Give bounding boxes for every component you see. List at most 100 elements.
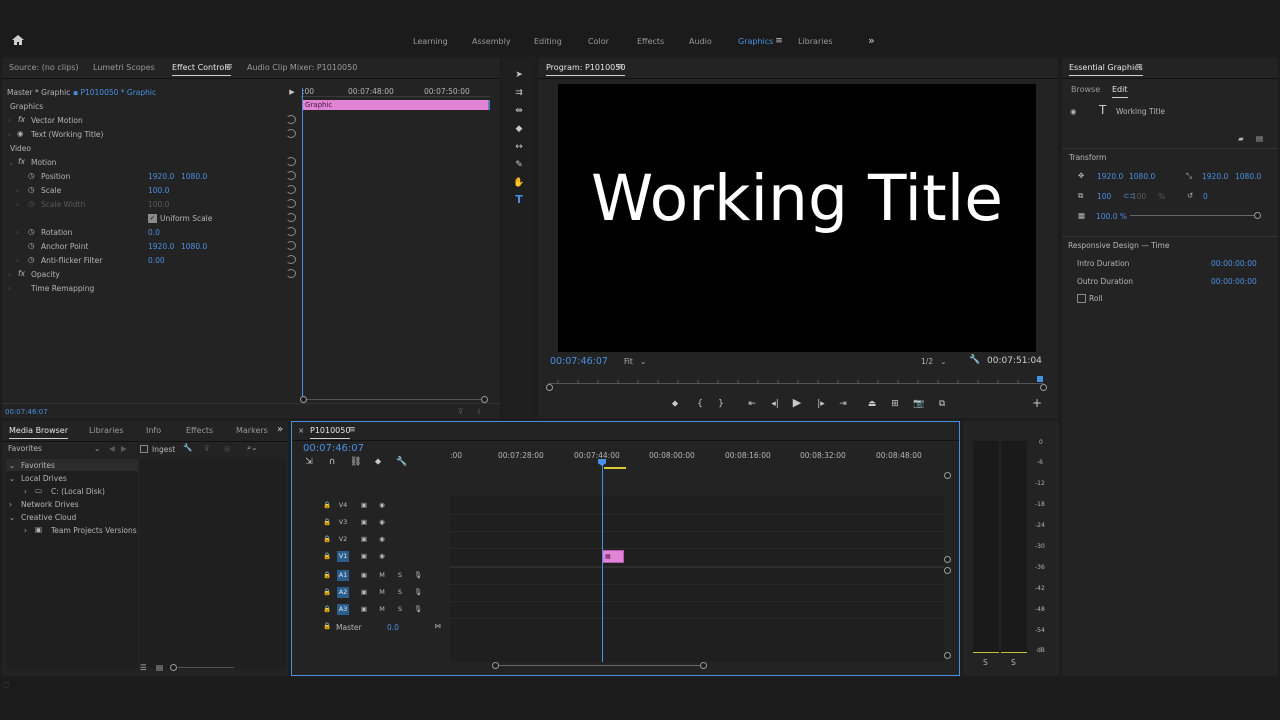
reset-icon[interactable] [286, 255, 296, 264]
roll-checkbox[interactable] [1077, 294, 1086, 303]
graphic-clip[interactable]: ▦ [602, 550, 624, 563]
sync-lock-icon[interactable]: ▣ [358, 534, 370, 545]
ingest-checkbox[interactable] [140, 445, 148, 453]
new-layer-folder-icon[interactable]: ▰ [1238, 134, 1244, 143]
workspace-editing[interactable]: Editing [534, 37, 562, 46]
workspace-effects[interactable]: Effects [637, 37, 664, 46]
comparison-view-icon[interactable]: ⧉ [935, 399, 949, 409]
outro-duration-value[interactable]: 00:00:00:00 [1211, 277, 1257, 286]
workspace-learning[interactable]: Learning [413, 37, 448, 46]
voiceover-mic-icon[interactable]: 🎙 [412, 570, 424, 581]
track-select-tool-icon[interactable]: ⇉ [513, 88, 525, 98]
view-icon[interactable]: ◎ [224, 444, 231, 453]
workspace-graphics[interactable]: Graphics [738, 37, 773, 46]
tab-audio-clip-mixer[interactable]: Audio Clip Mixer: P1010050 [247, 63, 357, 72]
stopwatch-icon[interactable]: ◷ [28, 185, 35, 194]
eg-anchor-x[interactable]: 1920.0 [1202, 172, 1228, 181]
tab-source[interactable]: Source: (no clips) [9, 63, 79, 72]
panel-menu-icon[interactable]: ≡ [615, 62, 625, 72]
ingest-settings-wrench-icon[interactable]: 🔧 [183, 443, 192, 452]
title-overlay-text[interactable]: Working Title [558, 164, 1036, 234]
tab-markers[interactable]: Markers [236, 426, 268, 435]
voiceover-mic-icon[interactable]: 🎙 [412, 587, 424, 598]
reset-icon[interactable] [286, 269, 296, 278]
stopwatch-icon[interactable]: ◷ [28, 241, 35, 250]
eye-icon[interactable]: ◉ [376, 517, 388, 528]
workspace-assembly[interactable]: Assembly [472, 37, 511, 46]
nest-icon[interactable]: ⇲ [304, 457, 314, 467]
program-video-frame[interactable]: Working Title [558, 84, 1036, 352]
linked-selection-icon[interactable]: ⛓ [350, 457, 361, 467]
forward-arrow-icon[interactable]: ▶ [121, 444, 127, 453]
tab-edit[interactable]: Edit [1112, 85, 1128, 98]
tree-item-team-projects[interactable]: › ▣ Team Projects Versions [6, 524, 138, 536]
v-scroll-handle-mid2[interactable] [944, 567, 951, 574]
tree-item-network-drives[interactable]: › Network Drives [6, 498, 138, 510]
lock-icon[interactable]: 🔒 [321, 500, 333, 511]
lock-icon[interactable]: 🔒 [321, 570, 333, 581]
expand-rotation-icon[interactable]: › [16, 228, 19, 237]
sync-lock-icon[interactable]: ▣ [358, 551, 370, 562]
solo-right-button[interactable]: S [1011, 658, 1016, 667]
expand-opacity-icon[interactable]: › [8, 270, 11, 279]
panel-overflow-button[interactable]: » [277, 424, 283, 435]
tab-browse[interactable]: Browse [1071, 85, 1100, 94]
eg-opacity[interactable]: 100.0 % [1096, 212, 1127, 221]
eg-rotation[interactable]: 0 [1203, 192, 1208, 201]
selection-tool-icon[interactable]: ➤ [513, 70, 525, 80]
zoom-slider[interactable] [178, 667, 234, 668]
workspace-audio[interactable]: Audio [689, 37, 712, 46]
workspace-libraries[interactable]: Libraries [798, 37, 833, 46]
add-marker-icon[interactable]: ⬥ [670, 399, 680, 409]
tab-effect-controls[interactable]: Effect Controls [172, 63, 231, 76]
track-area[interactable]: ▦ [450, 496, 944, 662]
scrub-zoom-right-handle[interactable] [1040, 384, 1047, 391]
tree-item-creative-cloud[interactable]: ⌄ Creative Cloud [6, 511, 138, 523]
tab-libraries[interactable]: Libraries [89, 426, 124, 435]
lift-icon[interactable]: ⏏ [865, 399, 879, 409]
reset-icon[interactable] [286, 199, 296, 208]
status-indicator-icon[interactable]: ◌ [3, 680, 10, 689]
reset-icon[interactable] [286, 129, 296, 138]
razor-tool-icon[interactable]: ◆ [513, 124, 525, 134]
sync-lock-icon[interactable]: ▣ [358, 587, 370, 598]
play-only-icon[interactable]: ▶ [288, 87, 296, 97]
sync-lock-icon[interactable]: ▣ [358, 604, 370, 615]
track-label[interactable]: A3 [337, 604, 349, 615]
list-view-icon[interactable]: ☰ [140, 663, 147, 672]
reset-icon[interactable] [286, 185, 296, 194]
media-content-area[interactable] [140, 459, 286, 669]
eg-scale-height[interactable]: 100 [1132, 192, 1146, 201]
timeline-ruler[interactable]: :00 00:07:28:00 00:07:44:00 00:08:00:00 … [450, 448, 950, 472]
step-back-icon[interactable]: ◂| [769, 399, 781, 409]
reset-icon[interactable] [286, 115, 296, 124]
track-label[interactable]: V2 [337, 534, 349, 545]
scrub-zoom-left-handle[interactable] [546, 384, 553, 391]
workspace-menu-icon[interactable]: ≡ [774, 36, 784, 46]
export-frame-icon[interactable]: 📷 [913, 399, 925, 409]
tab-info[interactable]: Info [146, 426, 161, 435]
snap-icon[interactable]: ∩ [327, 457, 337, 467]
intro-duration-value[interactable]: 00:00:00:00 [1211, 259, 1257, 268]
layer-name[interactable]: Working Title [1116, 107, 1165, 116]
go-to-out-icon[interactable]: ⇥ [837, 399, 849, 409]
master-clip-selector[interactable]: Master * Graphic ⌄ [7, 88, 79, 97]
settings-wrench-icon[interactable]: 🔧 [969, 355, 980, 365]
reset-icon[interactable] [286, 157, 296, 166]
opacity-slider-handle[interactable] [1254, 212, 1261, 219]
track-a1[interactable]: 🔒 A1 ▣ M S 🎙 [292, 568, 448, 584]
extract-icon[interactable]: ⊞ [888, 399, 902, 409]
slip-tool-icon[interactable]: ↔ [513, 142, 525, 152]
lock-icon[interactable]: 🔒 [321, 604, 333, 615]
workspace-overflow-button[interactable]: » [868, 34, 875, 47]
lock-icon[interactable]: 🔒 [321, 587, 333, 598]
track-a2[interactable]: 🔒 A2 ▣ M S 🎙 [292, 585, 448, 601]
zoom-fit-dropdown[interactable]: Fit ⌄ [624, 357, 646, 366]
play-icon[interactable]: ▶ [791, 397, 803, 408]
step-forward-icon[interactable]: |▸ [815, 399, 827, 409]
expand-scale-icon[interactable]: › [16, 186, 19, 195]
uniform-scale-checkbox[interactable]: ✓ [148, 214, 157, 223]
tree-item-favorites[interactable]: ⌄ Favorites [6, 459, 138, 471]
track-label[interactable]: V3 [337, 517, 349, 528]
mark-in-icon[interactable]: { [695, 399, 705, 409]
